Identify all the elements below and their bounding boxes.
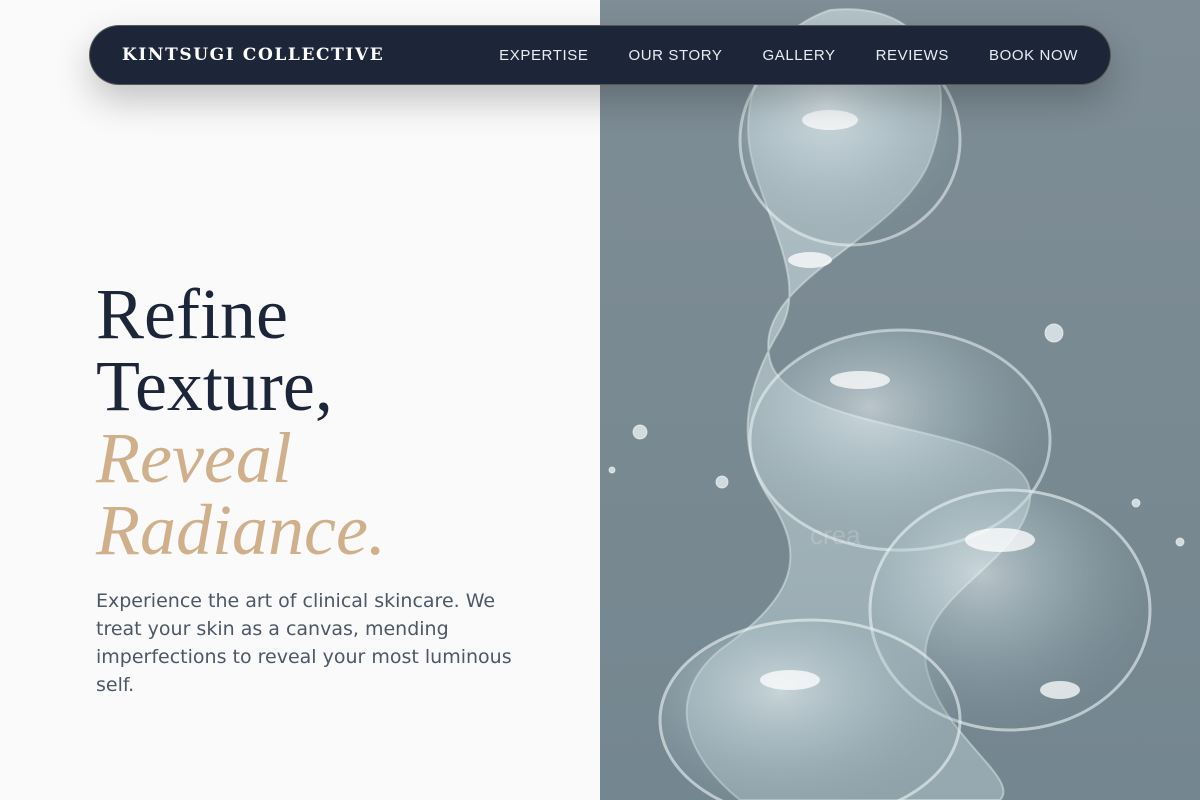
headline-line-texture: Texture, (96, 346, 333, 426)
hero-headline: Refine Texture, Reveal Radiance. (96, 278, 386, 566)
nav-link-reviews[interactable]: REVIEWS (876, 47, 949, 64)
headline-line-refine: Refine (96, 274, 288, 354)
water-splash-illustration (608, 8, 1185, 800)
nav-link-gallery[interactable]: GALLERY (762, 47, 835, 64)
headline-line-radiance: Radiance. (96, 490, 386, 570)
brand-logo[interactable]: KINTSUGI COLLECTIVE (122, 26, 384, 84)
nav-link-expertise[interactable]: EXPERTISE (499, 47, 588, 64)
hero-water-image: crea (600, 0, 1200, 800)
nav-link-our-story[interactable]: OUR STORY (628, 47, 722, 64)
top-navigation-bar: KINTSUGI COLLECTIVE EXPERTISE OUR STORY … (89, 25, 1111, 85)
image-watermark: crea (810, 520, 861, 550)
headline-line-reveal: Reveal (96, 418, 292, 498)
nav-links: EXPERTISE OUR STORY GALLERY REVIEWS BOOK… (499, 26, 1078, 84)
nav-link-book-now[interactable]: BOOK NOW (989, 47, 1078, 64)
hero-subtext: Experience the art of clinical skincare.… (96, 590, 512, 696)
